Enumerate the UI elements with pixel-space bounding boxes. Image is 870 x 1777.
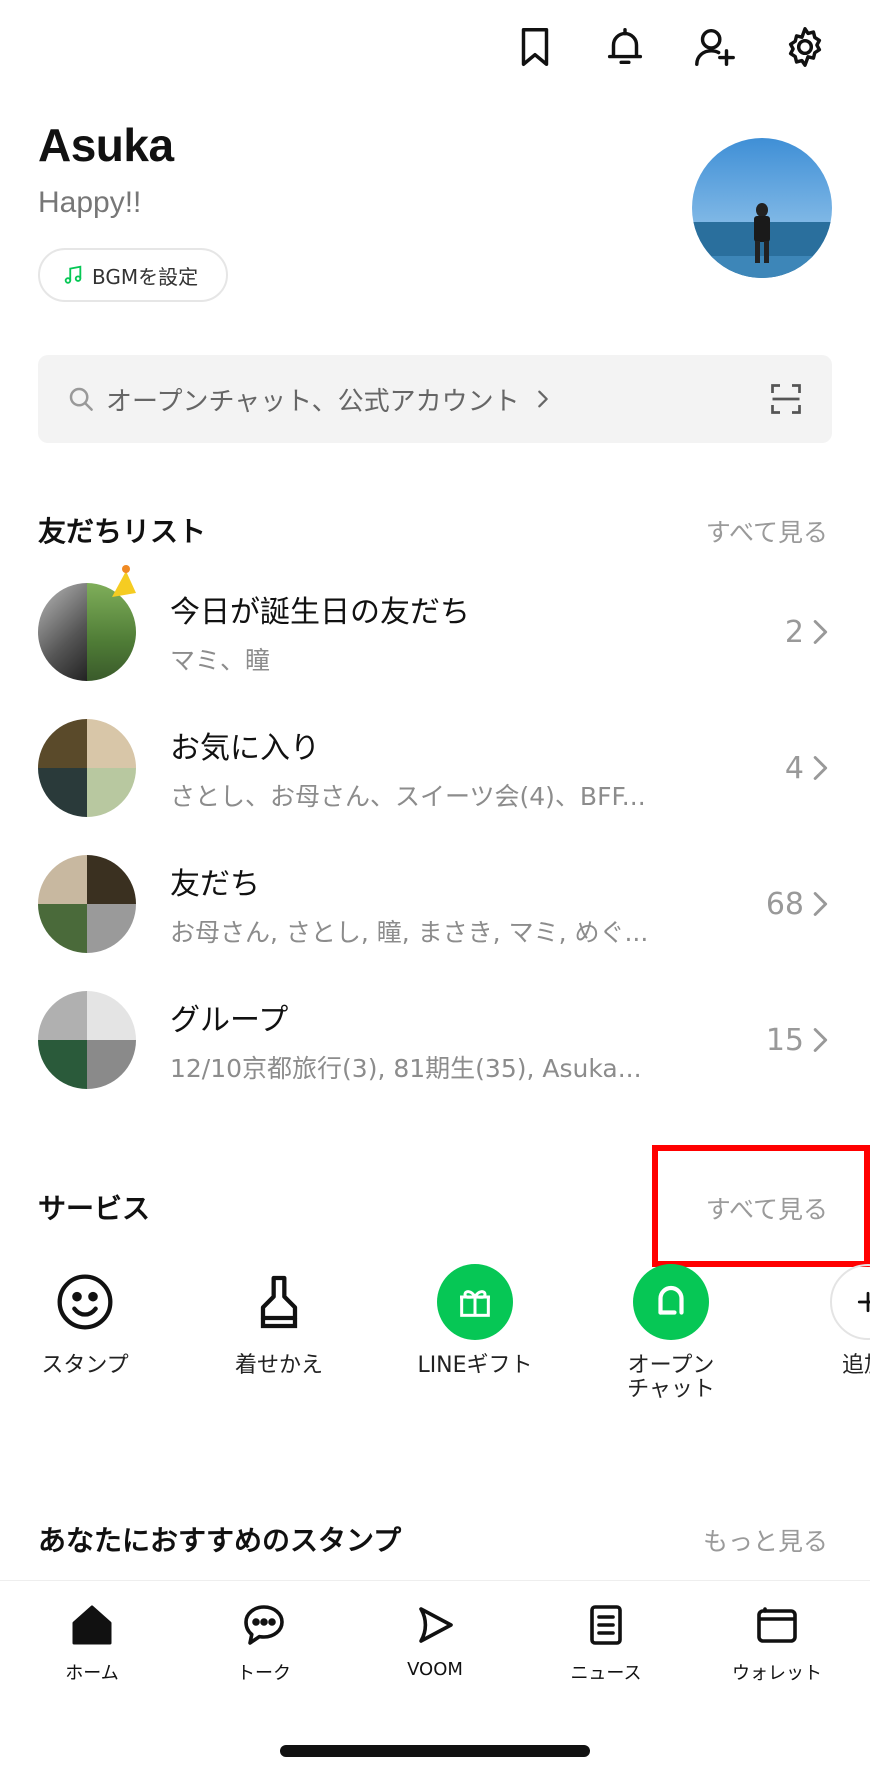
friend-group-title: お気に入り [170, 731, 320, 766]
chevron-right-icon [813, 620, 828, 644]
tab-home[interactable]: ホーム [22, 1601, 162, 1685]
services-section-title: サービス [38, 1192, 151, 1225]
service-stickers[interactable]: スタンプ [10, 1264, 160, 1378]
bookmark-button[interactable] [510, 22, 560, 72]
wallet-icon [757, 1607, 797, 1643]
highlight-annotation [652, 1145, 870, 1267]
service-open-chat[interactable]: オープン チャット [596, 1264, 746, 1402]
friend-group-title: グループ [170, 1003, 289, 1038]
bell-icon [607, 28, 643, 65]
notifications-button[interactable] [600, 22, 650, 72]
friends-see-all-link[interactable]: すべて見る [706, 513, 828, 549]
service-label: 着せかえ [234, 1353, 323, 1378]
chevron-right-icon [813, 756, 828, 780]
tab-label: ホーム [65, 1663, 119, 1684]
service-line-gift[interactable]: LINEギフト [400, 1264, 550, 1378]
friend-group-members: さとし、お母さん、スイーツ会(4)、BFF... [170, 782, 646, 811]
friend-group-favorites[interactable]: お気に入り さとし、お母さん、スイーツ会(4)、BFF... 4 [38, 718, 832, 818]
service-label: オープン チャット [627, 1353, 715, 1402]
friends-avatar [38, 855, 136, 953]
gift-icon [437, 1264, 513, 1340]
friend-group-members: マミ、瞳 [170, 646, 271, 675]
friend-group-members: お母さん, さとし, 瞳, まさき, マミ, めぐ... [170, 918, 649, 947]
profile-status-message[interactable]: Happy!! [38, 186, 141, 220]
friend-group-groups[interactable]: グループ 12/10京都旅行(3), 81期生(35), Asuka... 15 [38, 990, 832, 1090]
tab-label: ニュース [570, 1663, 642, 1684]
service-label: スタンプ [41, 1353, 129, 1378]
tab-label: VOOM [407, 1659, 463, 1680]
tab-wallet[interactable]: ウォレット [707, 1601, 847, 1685]
friend-group-members: 12/10京都旅行(3), 81期生(35), Asuka... [170, 1054, 642, 1083]
tab-chats[interactable]: トーク [194, 1601, 334, 1685]
home-indicator [280, 1745, 590, 1757]
search-bar[interactable]: オープンチャット、公式アカウント [38, 355, 832, 443]
bgm-label: BGMを設定 [92, 264, 199, 289]
bgm-button[interactable]: BGMを設定 [38, 248, 229, 302]
profile-name[interactable]: Asuka [38, 118, 174, 172]
add-friend-icon [695, 28, 735, 66]
tab-label: トーク [237, 1663, 291, 1684]
stickers-section-title: あなたにおすすめのスタンプ [38, 1524, 402, 1557]
friend-group-friends[interactable]: 友だち お母さん, さとし, 瞳, まさき, マミ, めぐ... 68 [38, 854, 832, 954]
chevron-right-icon [813, 892, 828, 916]
service-label: LINEギフト [417, 1353, 533, 1378]
chat-icon [244, 1605, 284, 1645]
friend-group-count: 15 [765, 1022, 804, 1058]
friend-group-count: 4 [784, 750, 804, 786]
friend-group-title: 友だち [170, 867, 260, 902]
tab-label: ウォレット [732, 1663, 822, 1684]
birthday-avatar [38, 565, 136, 681]
settings-button[interactable] [780, 22, 830, 72]
add-friend-button[interactable] [690, 22, 740, 72]
tab-voom[interactable]: VOOM [365, 1601, 505, 1680]
stickers-more-link[interactable]: もっと見る [703, 1522, 828, 1558]
groups-avatar [38, 991, 136, 1089]
search-placeholder: オープンチャット、公式アカウント [106, 386, 520, 417]
top-toolbar [510, 22, 830, 72]
gear-icon [788, 27, 822, 67]
chevron-right-icon [813, 1028, 828, 1052]
openchat-icon [633, 1264, 709, 1340]
friend-group-title: 今日が誕生日の友だち [170, 595, 470, 630]
voom-icon [419, 1607, 453, 1643]
service-themes[interactable]: 着せかえ [204, 1264, 354, 1378]
services-row: スタンプ 着せかえ LINEギフト オープン チャット 追加 [0, 1264, 870, 1424]
home-icon [72, 1605, 112, 1645]
profile-avatar[interactable] [692, 138, 832, 278]
plus-icon [830, 1264, 870, 1340]
tab-news[interactable]: ニュース [536, 1601, 676, 1685]
favorites-avatar [38, 719, 136, 817]
party-hat-icon [112, 565, 136, 597]
smiley-icon [47, 1264, 123, 1340]
service-label: 追加 [842, 1353, 870, 1378]
news-icon [590, 1605, 622, 1645]
service-add[interactable]: 追加 [800, 1264, 870, 1378]
bookmark-icon [521, 28, 549, 66]
music-note-icon [64, 265, 82, 284]
friend-group-birthday[interactable]: 今日が誕生日の友だち マミ、瞳 2 [38, 565, 832, 682]
search-icon [69, 387, 93, 411]
chevron-right-icon [537, 390, 548, 408]
friend-group-count: 68 [765, 886, 804, 922]
friend-group-count: 2 [784, 614, 804, 650]
qr-scan-icon[interactable] [768, 381, 804, 417]
brush-icon [241, 1264, 317, 1340]
friends-section-title: 友だちリスト [38, 515, 207, 548]
profile-photo [692, 138, 832, 278]
